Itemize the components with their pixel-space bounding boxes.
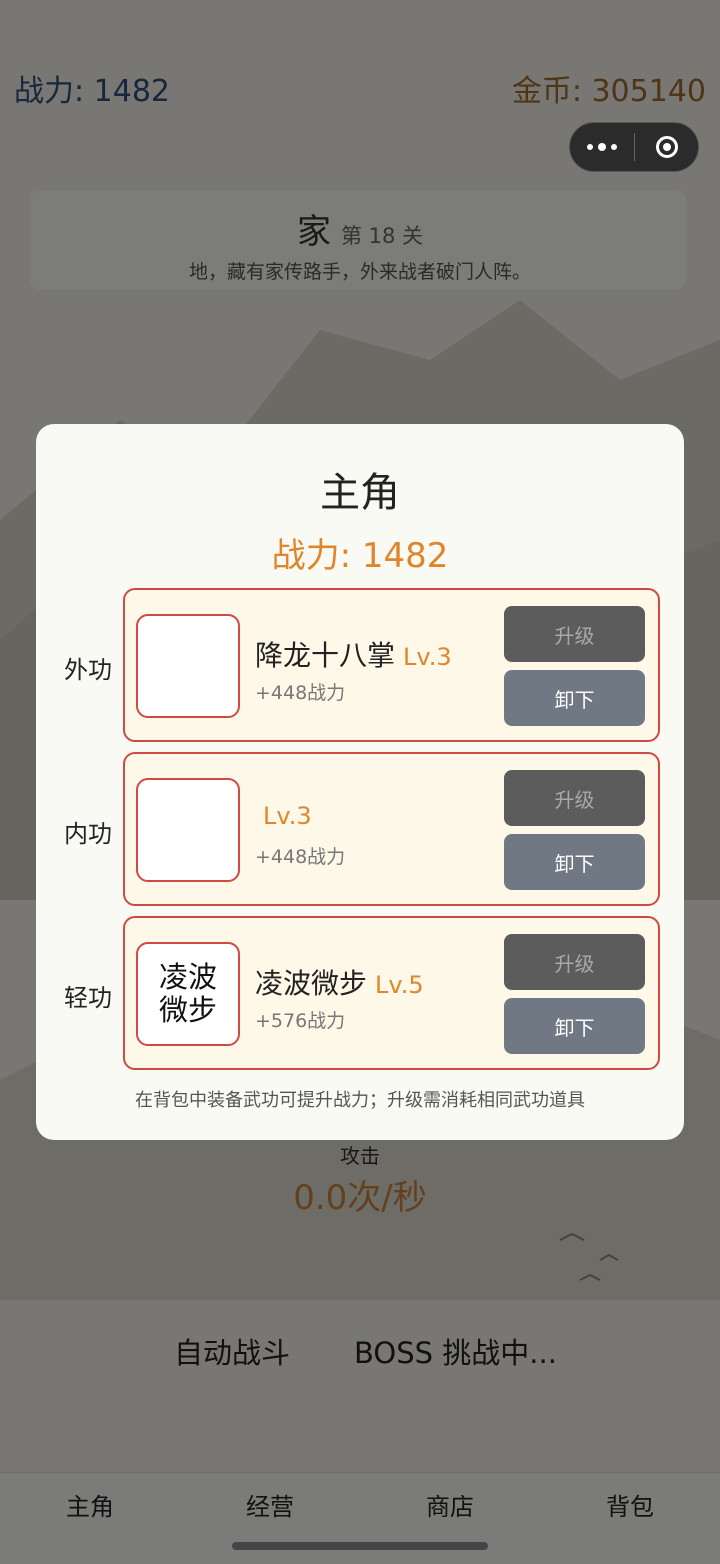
skill-slot-external: 降龙十八掌 Lv.3 +448战力 升级 卸下 [123, 588, 660, 742]
skill-slot-lightness: 凌波 微步 凌波微步 Lv.5 +576战力 升级 卸下 [123, 916, 660, 1070]
skill-icon[interactable] [136, 614, 240, 718]
skill-bonus: +448战力 [255, 846, 346, 868]
more-menu-icon[interactable] [570, 123, 634, 171]
skill-slot-internal: Lv.3 +448战力 升级 卸下 [123, 752, 660, 906]
skill-name: 降龙十八掌 [255, 639, 396, 672]
skill-level: Lv.5 [375, 971, 424, 999]
skill-title: 凌波微步 Lv.5 [255, 962, 424, 1002]
slot-category-label: 轻功 [64, 984, 112, 1012]
modal-title: 主角 [320, 470, 400, 516]
hero-modal: 主角 战力: 1482 外功 降龙十八掌 Lv.3 +448战力 升级 卸下 内功… [36, 424, 684, 1140]
unequip-button[interactable]: 卸下 [504, 998, 645, 1054]
skill-name: 凌波微步 [255, 967, 368, 1000]
unequip-button[interactable]: 卸下 [504, 834, 645, 890]
slot-category-label: 内功 [64, 820, 112, 848]
upgrade-button[interactable]: 升级 [504, 934, 645, 990]
skill-title: Lv.3 [255, 798, 312, 831]
upgrade-button[interactable]: 升级 [504, 606, 645, 662]
modal-hint: 在背包中装备武功可提升战力；升级需消耗相同武功道具 [135, 1090, 585, 1111]
skill-icon[interactable]: 凌波 微步 [136, 942, 240, 1046]
unequip-button[interactable]: 卸下 [504, 670, 645, 726]
skill-bonus: +576战力 [255, 1010, 346, 1032]
slot-category-label: 外功 [64, 656, 112, 684]
miniprogram-capsule [569, 122, 699, 172]
skill-level: Lv.3 [403, 643, 452, 671]
close-miniprogram-icon[interactable] [635, 123, 698, 171]
modal-power: 战力: 1482 [271, 536, 449, 576]
skill-icon[interactable] [136, 778, 240, 882]
skill-bonus: +448战力 [255, 682, 346, 704]
upgrade-button[interactable]: 升级 [504, 770, 645, 826]
skill-level: Lv.3 [263, 802, 312, 830]
skill-title: 降龙十八掌 Lv.3 [255, 634, 452, 674]
